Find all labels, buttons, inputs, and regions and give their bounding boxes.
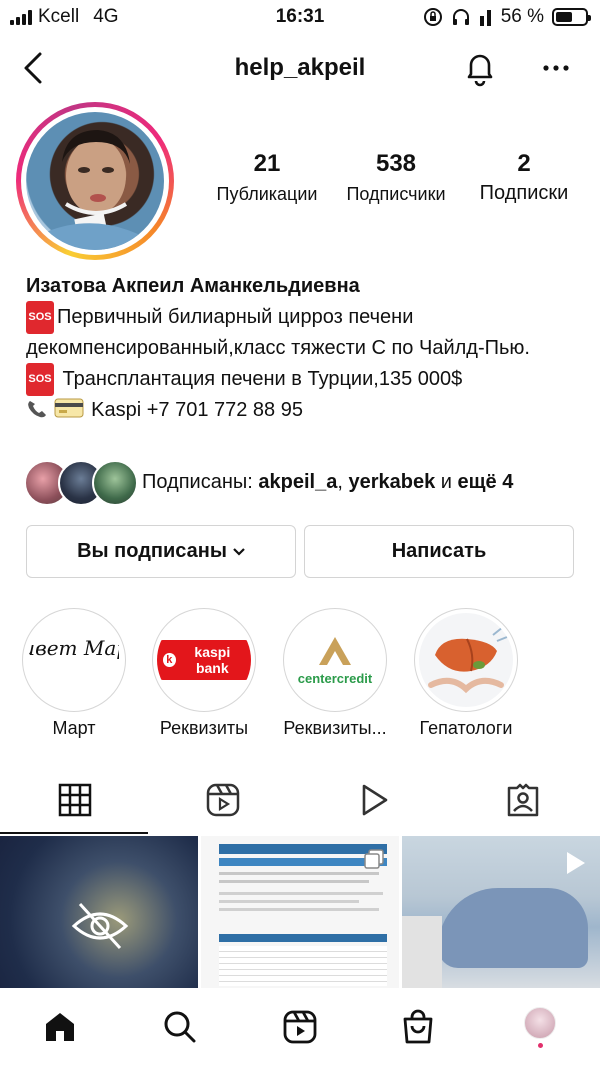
following-count: 2 xyxy=(517,150,531,177)
reels-icon xyxy=(283,1010,317,1044)
stat-posts[interactable]: 21 Публикации xyxy=(208,150,326,205)
highlight-rekvizity-kaspi[interactable]: k kaspi bank Реквизиты xyxy=(152,608,256,738)
profile-header: help_akpeil xyxy=(0,40,600,96)
bio-kaspi-phone: Kaspi +7 701 772 88 95 xyxy=(91,399,303,421)
highlight-label: Март xyxy=(52,718,96,738)
sos-icon: SOS xyxy=(26,363,54,396)
highlight-mart[interactable]: Привет Март! Март xyxy=(22,608,126,738)
more-options-icon[interactable] xyxy=(538,50,574,86)
tab-tagged[interactable] xyxy=(448,766,598,834)
multiple-posts-icon xyxy=(364,849,384,869)
nav-home[interactable] xyxy=(30,1002,90,1052)
followed-by-row[interactable]: Подписаны: akpeil_a, yerkabek и ещё 4 xyxy=(24,460,584,506)
followed-by-text: Подписаны: akpeil_a, yerkabek и ещё 4 xyxy=(142,471,514,493)
bio-diagnosis: Первичный билиарный цирроз печени декомп… xyxy=(26,306,530,359)
profile-avatar xyxy=(26,112,164,250)
nav-profile[interactable] xyxy=(510,1002,570,1052)
signal-small-icon xyxy=(479,10,491,26)
stat-followers[interactable]: 538 Подписчики xyxy=(337,150,455,205)
profile-avatar xyxy=(524,1006,556,1039)
followed-by-more[interactable]: ещё 4 xyxy=(458,471,514,493)
bio-transplant: Трансплантация печени в Турции,135 000$ xyxy=(57,368,463,390)
centercredit-logo xyxy=(319,636,351,665)
status-bar: Kcell 4G 16:31 56 % xyxy=(0,0,600,36)
reels-icon xyxy=(206,783,240,817)
profile-avatar-story-ring[interactable] xyxy=(16,102,174,260)
nav-search[interactable] xyxy=(150,1002,210,1052)
profile-bio: Изатова Акпеил Аманкельдиевна SOS Первичн… xyxy=(26,272,586,425)
following-button[interactable]: Вы подписаны xyxy=(26,525,296,578)
bottom-navigation xyxy=(0,988,600,1066)
post-thumbnail[interactable] xyxy=(201,836,399,988)
notification-dot xyxy=(537,1042,543,1048)
tab-grid[interactable] xyxy=(0,766,150,834)
orientation-lock-icon xyxy=(423,8,442,26)
highlight-label: Гепатологи xyxy=(419,718,513,738)
following-label: Подписки xyxy=(479,182,569,204)
bell-icon[interactable] xyxy=(460,48,500,88)
tab-videos[interactable] xyxy=(298,766,448,834)
followed-by-user-1[interactable]: akpeil_a xyxy=(258,471,337,493)
highlight-gepatologi[interactable]: Гепатологи xyxy=(414,608,518,738)
profile-username: help_akpeil xyxy=(234,54,366,81)
sos-icon: SOS xyxy=(26,301,54,334)
profile-full-name: Изатова Акпеил Аманкельдиевна xyxy=(26,275,360,297)
search-icon xyxy=(164,1011,196,1043)
followers-count: 538 xyxy=(375,150,417,177)
post-thumbnail[interactable] xyxy=(0,836,198,988)
home-icon xyxy=(46,1013,74,1041)
kaspi-bank-logo: k kaspi bank xyxy=(157,640,251,680)
battery-icon xyxy=(552,8,591,26)
battery-percent: 56 % xyxy=(500,6,544,27)
tab-reels[interactable] xyxy=(148,766,298,834)
stat-following[interactable]: 2 Подписки xyxy=(466,150,582,205)
telephone-icon xyxy=(28,401,46,418)
highlight-label: Реквизиты... xyxy=(283,718,387,738)
video-icon xyxy=(362,784,388,816)
highlight-cover-lettering: Привет Март! xyxy=(29,636,119,660)
follower-avatar xyxy=(92,460,138,506)
shop-icon xyxy=(403,1009,433,1044)
posts-label: Публикации xyxy=(216,184,318,204)
message-button[interactable]: Написать xyxy=(304,525,574,578)
svg-text:Привет Март!: Привет Март! xyxy=(29,636,119,660)
liver-icon xyxy=(428,626,508,694)
chevron-down-icon xyxy=(233,547,245,556)
followed-by-user-2[interactable]: yerkabek xyxy=(348,471,435,493)
nav-reels[interactable] xyxy=(270,1002,330,1052)
tagged-icon xyxy=(507,783,539,817)
highlight-rekvizity-centercredit[interactable]: centercredit Реквизиты... xyxy=(283,608,387,738)
profile-tabs xyxy=(0,766,600,834)
post-thumbnail[interactable] xyxy=(402,836,600,988)
video-play-icon xyxy=(567,852,585,874)
following-button-label: Вы подписаны xyxy=(77,540,227,562)
grid-icon xyxy=(58,783,92,817)
highlight-label: Реквизиты xyxy=(159,718,249,738)
followers-label: Подписчики xyxy=(346,184,446,204)
active-tab-indicator xyxy=(0,832,148,834)
nav-shop[interactable] xyxy=(388,1002,448,1052)
posts-count: 21 xyxy=(253,150,281,177)
credit-card-icon xyxy=(54,398,84,418)
hidden-content-icon xyxy=(71,902,129,950)
message-button-label: Написать xyxy=(391,540,487,562)
headphones-icon xyxy=(452,9,469,25)
